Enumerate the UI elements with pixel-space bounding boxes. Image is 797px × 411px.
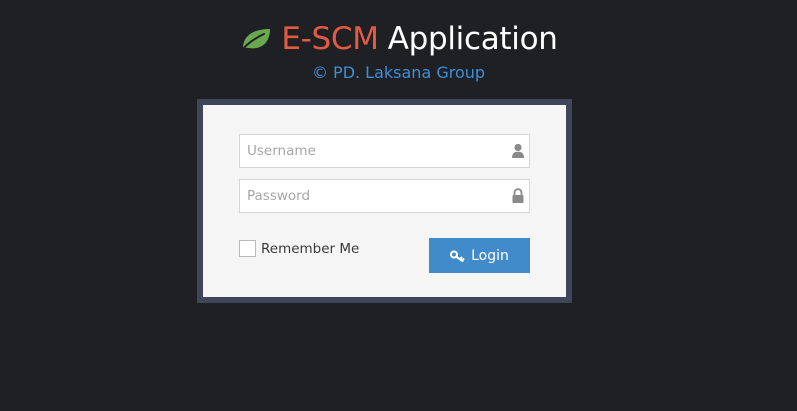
password-field-wrapper [239, 179, 530, 213]
login-form: Remember Me Login [203, 105, 566, 297]
login-button-label: Login [471, 247, 509, 264]
password-input[interactable] [240, 180, 529, 212]
app-title-main: Application [387, 21, 558, 57]
remember-me-checkbox[interactable] [239, 240, 256, 257]
login-button[interactable]: Login [429, 238, 530, 273]
login-page: E-SCM Application © PD. Laksana Group Us… [0, 0, 797, 411]
copyright-subtitle: © PD. Laksana Group [311, 63, 486, 82]
username-input[interactable] [240, 135, 529, 167]
app-header: E-SCM Application © PD. Laksana Group [0, 18, 797, 82]
app-title-accent: E-SCM [281, 21, 379, 57]
key-icon [450, 250, 465, 262]
login-panel-frame: Remember Me Login [197, 99, 572, 303]
user-icon [512, 143, 524, 158]
lock-icon [512, 188, 524, 203]
username-field-wrapper [239, 134, 530, 168]
remember-me-label: Remember Me [261, 240, 360, 257]
app-title: E-SCM Application [0, 18, 797, 60]
leaf-icon [240, 29, 271, 52]
remember-me-option[interactable]: Remember Me [239, 240, 359, 257]
